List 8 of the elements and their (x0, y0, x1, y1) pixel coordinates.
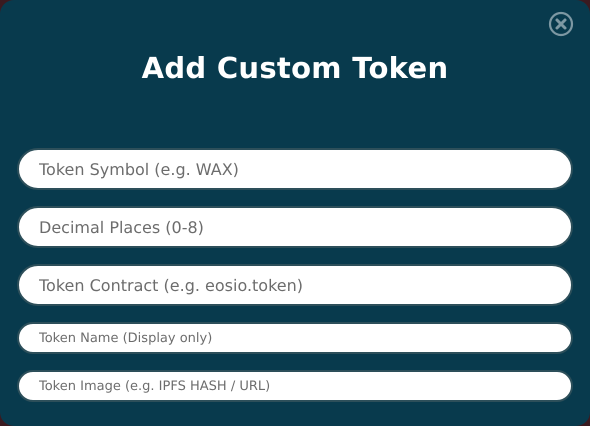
input-field[interactable]: Token Image (e.g. IPFS HASH / URL) (17, 370, 573, 402)
input-field[interactable]: Decimal Places (0-8) (17, 206, 573, 248)
input-field[interactable]: Token Name (Display only) (17, 322, 573, 354)
input-field[interactable]: Token Contract (e.g. eosio.token) (17, 264, 573, 306)
close-button[interactable] (548, 11, 574, 37)
dialog-title: Add Custom Token (140, 50, 450, 88)
close-icon (548, 11, 574, 37)
input-field[interactable]: Token Symbol (e.g. WAX) (17, 148, 573, 190)
